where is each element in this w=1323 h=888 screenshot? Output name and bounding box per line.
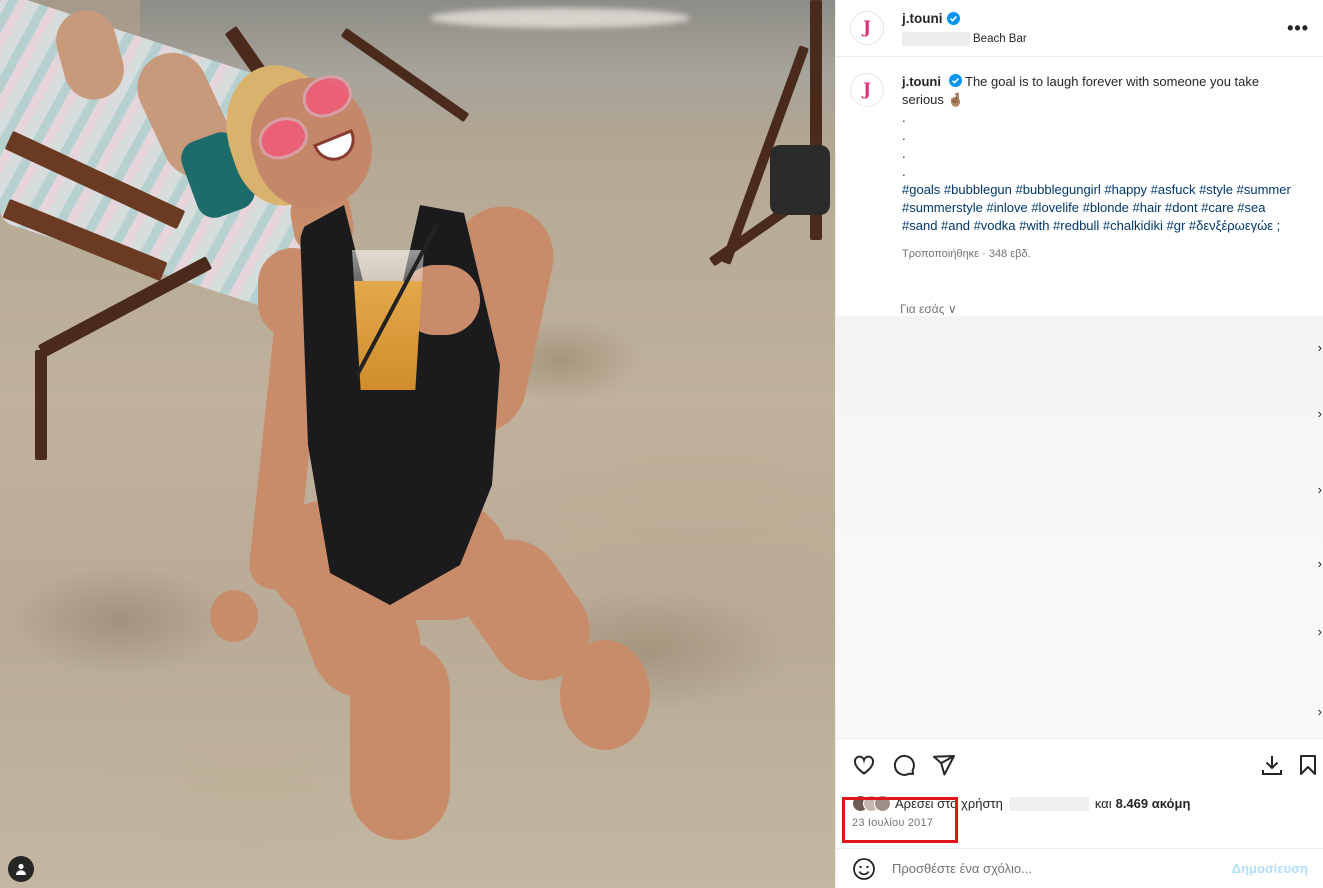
like-button[interactable] bbox=[850, 751, 878, 779]
edited-meta: Τροποποιήθηκε · 348 εβδ. bbox=[902, 248, 1031, 260]
body-knee bbox=[560, 640, 650, 750]
lounger-leg bbox=[35, 350, 47, 460]
chevron-right-icon[interactable]: › bbox=[1318, 556, 1322, 571]
save-button[interactable] bbox=[1294, 751, 1322, 779]
redacted-username bbox=[1008, 796, 1089, 811]
comments-area: › › › › › › bbox=[836, 316, 1323, 738]
action-bar bbox=[836, 738, 1323, 790]
for-you-toggle[interactable]: Για εσάς ∨ bbox=[900, 302, 957, 316]
user-tag-icon[interactable] bbox=[8, 856, 34, 882]
date-highlight-box bbox=[842, 797, 958, 843]
chevron-right-icon[interactable]: › bbox=[1318, 704, 1322, 719]
caption-avatar[interactable]: J bbox=[850, 73, 884, 107]
post-side-panel: J j.touni Beach Bar ••• J j.touni The go… bbox=[835, 0, 1323, 888]
heart-icon bbox=[854, 755, 874, 775]
profile-avatar[interactable]: J bbox=[850, 11, 884, 45]
caption-dots: . . . . bbox=[902, 109, 1302, 181]
download-icon bbox=[1262, 756, 1282, 775]
post-comment-button[interactable]: Δημοσίευση bbox=[1232, 861, 1308, 876]
send-icon bbox=[933, 754, 955, 775]
comment-input[interactable] bbox=[892, 861, 1232, 876]
likes-count[interactable]: 8.469 ακόμη bbox=[1116, 796, 1191, 811]
hashtags[interactable]: #goals #bubblegun #bubblegungirl #happy … bbox=[902, 181, 1302, 235]
verified-badge-icon bbox=[948, 74, 962, 87]
caption-dot: . bbox=[902, 110, 906, 125]
location-link[interactable]: Beach Bar bbox=[902, 32, 1027, 46]
emoji-icon[interactable] bbox=[852, 857, 876, 881]
bag bbox=[770, 145, 830, 215]
share-button[interactable] bbox=[930, 751, 958, 779]
lounger-frame bbox=[37, 256, 213, 358]
more-options-button[interactable]: ••• bbox=[1287, 18, 1309, 39]
chevron-right-icon[interactable]: › bbox=[1318, 406, 1322, 421]
avatar-letter: J bbox=[862, 18, 872, 38]
post-photo[interactable] bbox=[0, 0, 835, 888]
caption-dot: . bbox=[902, 128, 906, 143]
redacted-location bbox=[902, 32, 970, 46]
download-button[interactable] bbox=[1258, 751, 1286, 779]
caption-username[interactable]: j.touni bbox=[902, 74, 941, 89]
chevron-right-icon[interactable]: › bbox=[1318, 482, 1322, 497]
comment-icon bbox=[893, 754, 915, 776]
body-shin bbox=[350, 640, 450, 840]
caption-dot: . bbox=[902, 146, 906, 161]
avatar-letter: J bbox=[862, 80, 872, 100]
verified-badge-icon bbox=[946, 12, 960, 25]
wave-foam bbox=[430, 8, 690, 28]
bookmark-icon bbox=[1300, 755, 1316, 775]
body-hand bbox=[210, 590, 258, 642]
location-text: Beach Bar bbox=[973, 33, 1027, 45]
post-header: J j.touni Beach Bar ••• bbox=[836, 0, 1323, 57]
caption: J j.touni The goal is to laugh forever w… bbox=[836, 57, 1323, 263]
comment-button[interactable] bbox=[890, 751, 918, 779]
chevron-right-icon[interactable]: › bbox=[1318, 340, 1322, 355]
caption-dot: . bbox=[902, 164, 906, 179]
chevron-right-icon[interactable]: › bbox=[1318, 624, 1322, 639]
username-link[interactable]: j.touni bbox=[902, 11, 943, 26]
comment-bar: Δημοσίευση bbox=[836, 848, 1323, 888]
likes-and: και bbox=[1094, 796, 1112, 811]
